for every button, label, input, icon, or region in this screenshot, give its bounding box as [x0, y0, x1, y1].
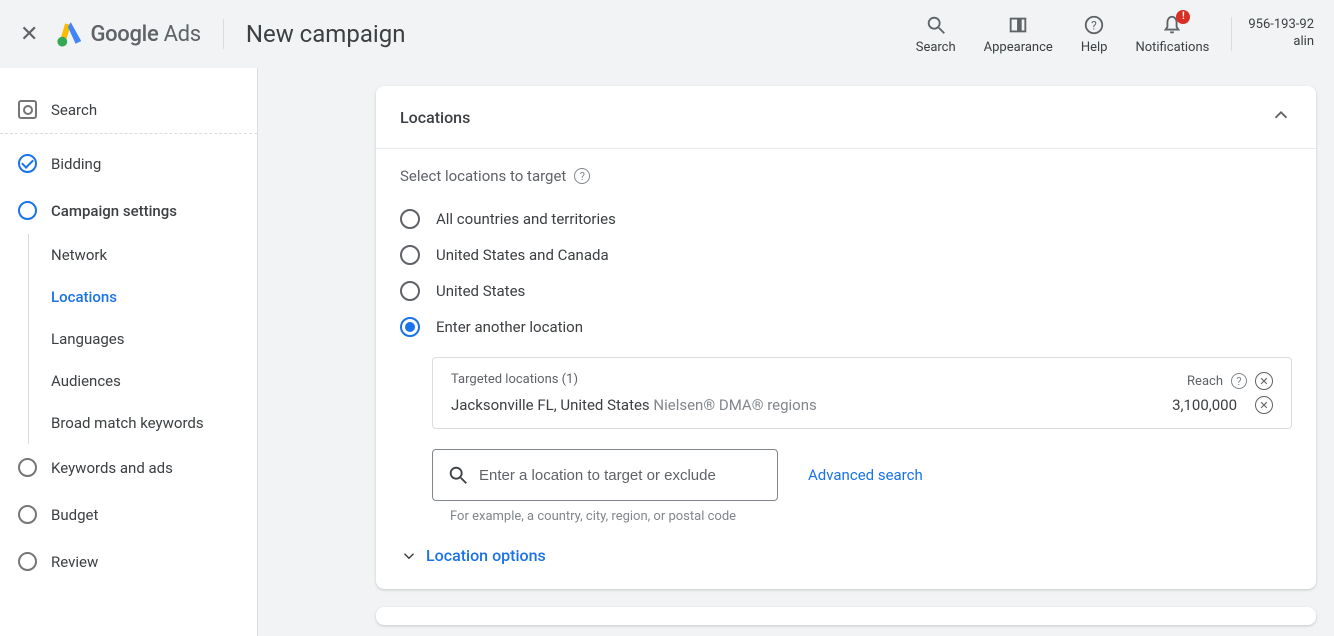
circle-icon	[18, 458, 37, 477]
select-locations-label: Select locations to target ?	[400, 167, 1292, 185]
help-icon: ?	[1083, 14, 1105, 36]
ads-logo-icon	[56, 20, 84, 48]
location-reach-value: 3,100,000	[1172, 396, 1237, 414]
help-button[interactable]: ? Help	[1067, 14, 1122, 55]
radio-enter-another[interactable]: Enter another location	[400, 309, 1292, 345]
account-info[interactable]: 956-193-92 alin	[1231, 17, 1314, 51]
sidebar-search[interactable]: Search	[0, 86, 257, 134]
sidebar: Search Bidding Campaign settings Network…	[0, 68, 258, 636]
reach-label: Reach	[1187, 374, 1223, 389]
page-title: New campaign	[246, 20, 406, 48]
collapse-toggle[interactable]	[1270, 104, 1292, 130]
clear-all-icon[interactable]: ✕	[1255, 372, 1273, 390]
product-logo[interactable]: Google Ads	[56, 20, 200, 48]
location-type: Nielsen® DMA® regions	[653, 396, 816, 414]
search-hint: For example, a country, city, region, or…	[450, 509, 1292, 524]
sidebar-sub-network[interactable]: Network	[29, 234, 257, 276]
sidebar-item-campaign-settings[interactable]: Campaign settings	[0, 187, 257, 234]
sidebar-sub-broad-match[interactable]: Broad match keywords	[29, 402, 257, 444]
location-options-toggle[interactable]: Location options	[400, 546, 1292, 565]
notifications-button[interactable]: ! Notifications	[1121, 14, 1223, 55]
location-name: Jacksonville FL, United States	[451, 396, 650, 414]
top-bar: ✕ Google Ads New campaign Search Appeara…	[0, 0, 1334, 68]
divider	[223, 19, 224, 49]
svg-text:?: ?	[1091, 18, 1097, 32]
targeted-location-row: Jacksonville FL, United States Nielsen® …	[451, 396, 1273, 414]
main-content: Locations Select locations to target ? A…	[258, 68, 1334, 636]
sidebar-sub-locations[interactable]: Locations	[29, 276, 257, 318]
radio-all-countries[interactable]: All countries and territories	[400, 201, 1292, 237]
locations-card: Locations Select locations to target ? A…	[376, 86, 1316, 589]
notification-badge: !	[1176, 10, 1190, 24]
sidebar-subnav: Network Locations Languages Audiences Br…	[28, 234, 257, 444]
targeted-count-label: Targeted locations (1)	[451, 372, 578, 390]
radio-us-canada[interactable]: United States and Canada	[400, 237, 1292, 273]
location-search-input[interactable]	[479, 467, 763, 484]
sidebar-item-bidding[interactable]: Bidding	[0, 140, 257, 187]
close-icon[interactable]: ✕	[20, 22, 38, 47]
search-icon	[925, 14, 947, 36]
appearance-icon	[1007, 14, 1029, 36]
circle-icon	[18, 505, 37, 524]
sidebar-sub-languages[interactable]: Languages	[29, 318, 257, 360]
sidebar-item-review[interactable]: Review	[0, 538, 257, 585]
location-search-box[interactable]	[432, 449, 778, 501]
sidebar-item-budget[interactable]: Budget	[0, 491, 257, 538]
radio-us[interactable]: United States	[400, 273, 1292, 309]
sidebar-sub-audiences[interactable]: Audiences	[29, 360, 257, 402]
targeted-locations-box: Targeted locations (1) Reach ? ✕ Jackson…	[432, 357, 1292, 429]
card-title: Locations	[400, 108, 470, 127]
help-tooltip-icon[interactable]: ?	[574, 168, 590, 184]
chevron-down-icon	[400, 547, 418, 565]
top-search-button[interactable]: Search	[902, 14, 970, 55]
brand-text: Google Ads	[90, 22, 200, 47]
advanced-search-link[interactable]: Advanced search	[808, 466, 923, 484]
reach-help-icon[interactable]: ?	[1231, 373, 1247, 389]
active-circle-icon	[18, 201, 37, 220]
search-icon	[447, 464, 469, 486]
next-card-placeholder	[376, 607, 1316, 625]
check-circle-icon	[18, 154, 37, 173]
remove-location-icon[interactable]: ✕	[1255, 396, 1273, 414]
circle-icon	[18, 552, 37, 571]
chevron-up-icon	[1270, 104, 1292, 126]
search-box-icon	[18, 100, 37, 119]
sidebar-item-keywords-ads[interactable]: Keywords and ads	[0, 444, 257, 491]
appearance-button[interactable]: Appearance	[970, 14, 1067, 55]
